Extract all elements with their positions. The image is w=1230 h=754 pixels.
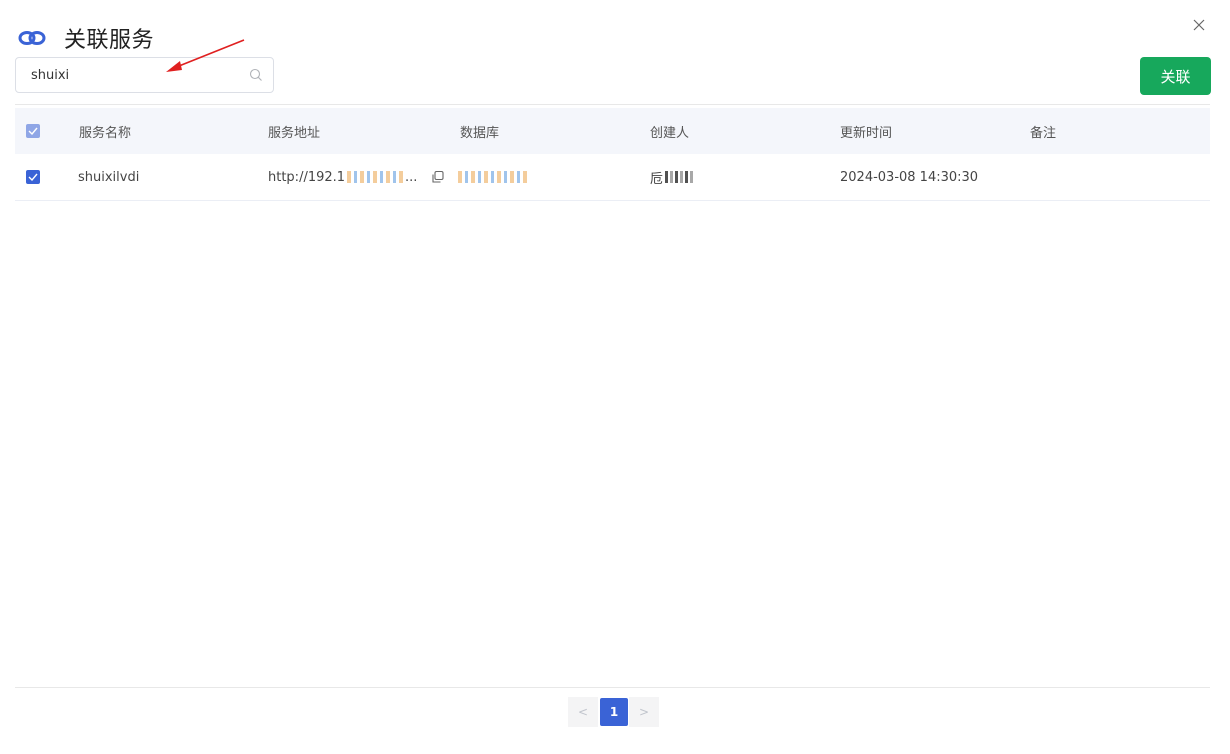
column-header-remark: 备注 <box>1030 125 1057 141</box>
select-all-cell <box>26 108 40 154</box>
annotation-arrow-icon <box>166 39 245 72</box>
page-number-1[interactable]: 1 <box>600 698 628 726</box>
search-icon[interactable] <box>249 68 263 82</box>
close-icon <box>1193 19 1205 31</box>
address-ellipsis: ... <box>405 169 418 185</box>
select-all-checkbox[interactable] <box>26 124 40 138</box>
prev-page-button[interactable]: < <box>568 697 598 727</box>
next-page-button[interactable]: > <box>629 697 659 727</box>
row-select-cell <box>26 154 40 200</box>
column-header-name: 服务名称 <box>79 125 132 141</box>
column-header-database: 数据库 <box>460 125 500 141</box>
updated-time: 2024-03-08 14:30:30 <box>840 169 979 185</box>
redacted-address <box>347 171 404 183</box>
row-checkbox[interactable] <box>26 170 40 184</box>
creator-cell: 卮 <box>650 154 696 200</box>
column-header-address: 服务地址 <box>268 125 321 141</box>
dialog-title: 关联服务 <box>64 28 155 53</box>
header-divider <box>15 104 1210 105</box>
table-header: 服务名称 服务地址 数据库 创建人 更新时间 备注 <box>15 108 1210 154</box>
copy-icon[interactable] <box>431 170 445 184</box>
close-button[interactable] <box>1188 14 1210 36</box>
redacted-database <box>458 171 530 183</box>
pagination: < 1 > <box>568 697 660 727</box>
check-icon <box>28 127 38 135</box>
column-header-updated: 更新时间 <box>840 125 893 141</box>
check-icon <box>28 173 38 181</box>
column-header-creator: 创建人 <box>650 125 690 141</box>
link-icon <box>18 31 46 45</box>
redacted-creator <box>665 171 696 183</box>
service-address-cell: http://192.1 ... <box>268 154 445 200</box>
service-address: http://192.1 <box>268 169 346 185</box>
footer-divider <box>15 687 1210 688</box>
associate-button[interactable]: 关联 <box>1140 57 1211 95</box>
creator-name: 卮 <box>650 171 664 187</box>
dialog-header: 关联服务 <box>16 20 154 56</box>
table-row[interactable]: shuixilvdi http://192.1 ... 卮 2024-03-08… <box>15 154 1210 201</box>
service-table: 服务名称 服务地址 数据库 创建人 更新时间 备注 shuixilvdi htt… <box>15 108 1210 201</box>
associate-service-dialog: 关联服务 关联 服务名称 服务地址 数 <box>0 0 1230 754</box>
service-name: shuixilvdi <box>78 169 140 185</box>
database-cell <box>458 154 530 200</box>
